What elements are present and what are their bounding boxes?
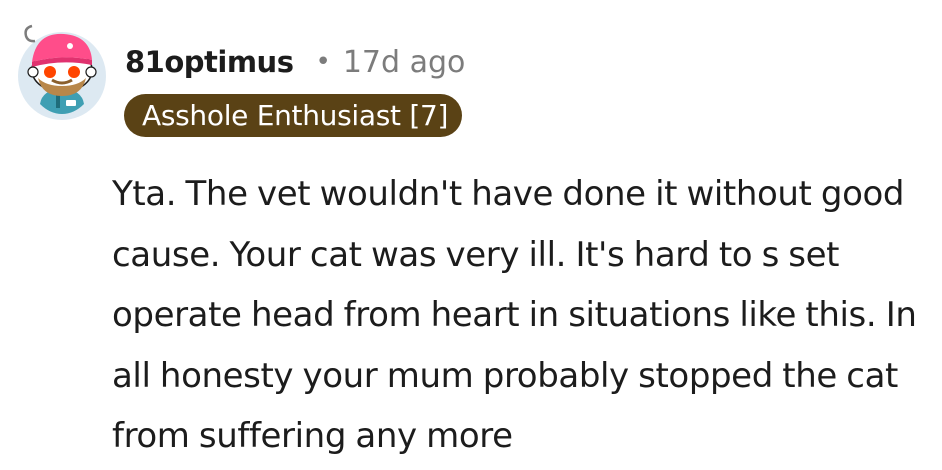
user-flair-badge: Asshole Enthusiast [7] — [124, 94, 463, 137]
user-avatar[interactable] — [14, 20, 112, 120]
comment-header: 81optimus • 17d ago — [125, 40, 465, 84]
comment-body: Yta. The vet wouldn't have done it witho… — [112, 174, 917, 456]
snoo-avatar-icon — [18, 24, 106, 120]
username-link[interactable]: 81optimus — [125, 45, 294, 79]
comment-timestamp[interactable]: 17d ago — [343, 45, 466, 80]
comment: 81optimus • 17d ago Asshole Enthusiast [… — [0, 0, 942, 470]
meta-separator: • — [315, 47, 331, 77]
